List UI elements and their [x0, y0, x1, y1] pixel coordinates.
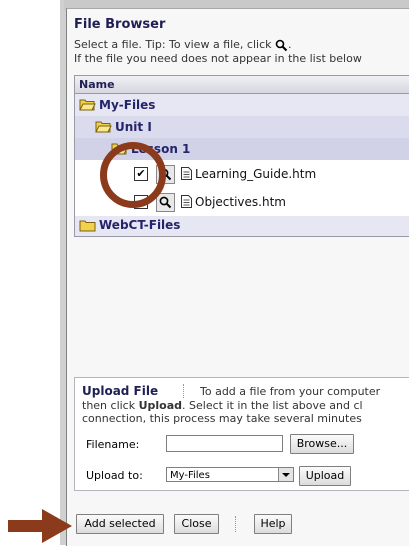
file-name[interactable]: Learning_Guide.htm — [195, 167, 316, 181]
upload-help-bold: Upload — [138, 399, 183, 412]
filename-input[interactable] — [166, 435, 283, 452]
folder-row-unit-i[interactable]: Unit I — [75, 116, 409, 138]
filename-label: Filename: — [86, 438, 140, 451]
instructions-line-2: If the file you need does not appear in … — [74, 52, 362, 65]
folder-row-my-files[interactable]: My-Files — [75, 94, 409, 116]
folder-label-unit-i: Unit I — [115, 120, 152, 134]
file-name[interactable]: Objectives.htm — [195, 195, 286, 209]
upload-button[interactable]: Upload — [299, 466, 351, 486]
upload-help-text: then click — [82, 399, 139, 412]
document-icon — [181, 167, 192, 180]
upload-help-text: . Select it in the list above and cl — [182, 399, 363, 412]
help-button[interactable]: Help — [254, 514, 292, 534]
open-folder-icon — [95, 121, 112, 133]
folder-icon — [79, 220, 96, 232]
magnifier-icon — [159, 196, 172, 209]
upload-to-label: Upload to: — [86, 469, 143, 482]
arrow-right-icon — [8, 509, 72, 543]
window-title: File Browser — [74, 17, 166, 32]
upload-file-panel: Upload File To add a file from your comp… — [74, 377, 409, 491]
instructions-line-1: Select a file. Tip: To view a file, clic… — [74, 38, 292, 52]
close-button[interactable]: Close — [174, 514, 219, 534]
open-folder-icon — [79, 99, 96, 111]
folder-row-webct-files[interactable]: WebCT-Files — [75, 216, 409, 236]
view-file-button[interactable] — [156, 193, 175, 212]
add-selected-button[interactable]: Add selected — [76, 514, 164, 534]
chevron-down-icon[interactable] — [278, 468, 293, 481]
file-browser-window: File Browser Select a file. Tip: To view… — [66, 8, 409, 546]
browse-button[interactable]: Browse... — [290, 434, 354, 454]
upload-help-line-1: To add a file from your computer — [200, 385, 381, 398]
button-divider — [235, 516, 237, 532]
upload-to-select[interactable]: My-Files — [166, 467, 294, 482]
folder-label-my-files: My-Files — [99, 98, 156, 112]
folder-label-webct-files: WebCT-Files — [99, 218, 181, 232]
magnifier-icon — [275, 39, 288, 51]
upload-help-line-2: then click Upload. Select it in the list… — [82, 399, 363, 412]
column-header-name[interactable]: Name — [75, 76, 409, 94]
upload-help-line-3: connection, this process may take severa… — [82, 412, 362, 425]
highlight-circle-annotation — [100, 142, 166, 208]
document-icon — [181, 195, 192, 208]
upload-to-value: My-Files — [170, 470, 210, 481]
upload-title: Upload File — [82, 384, 159, 398]
instructions-text: Select a file. Tip: To view a file, clic… — [74, 38, 272, 51]
upload-divider — [183, 384, 185, 398]
instructions-period: . — [288, 38, 292, 51]
